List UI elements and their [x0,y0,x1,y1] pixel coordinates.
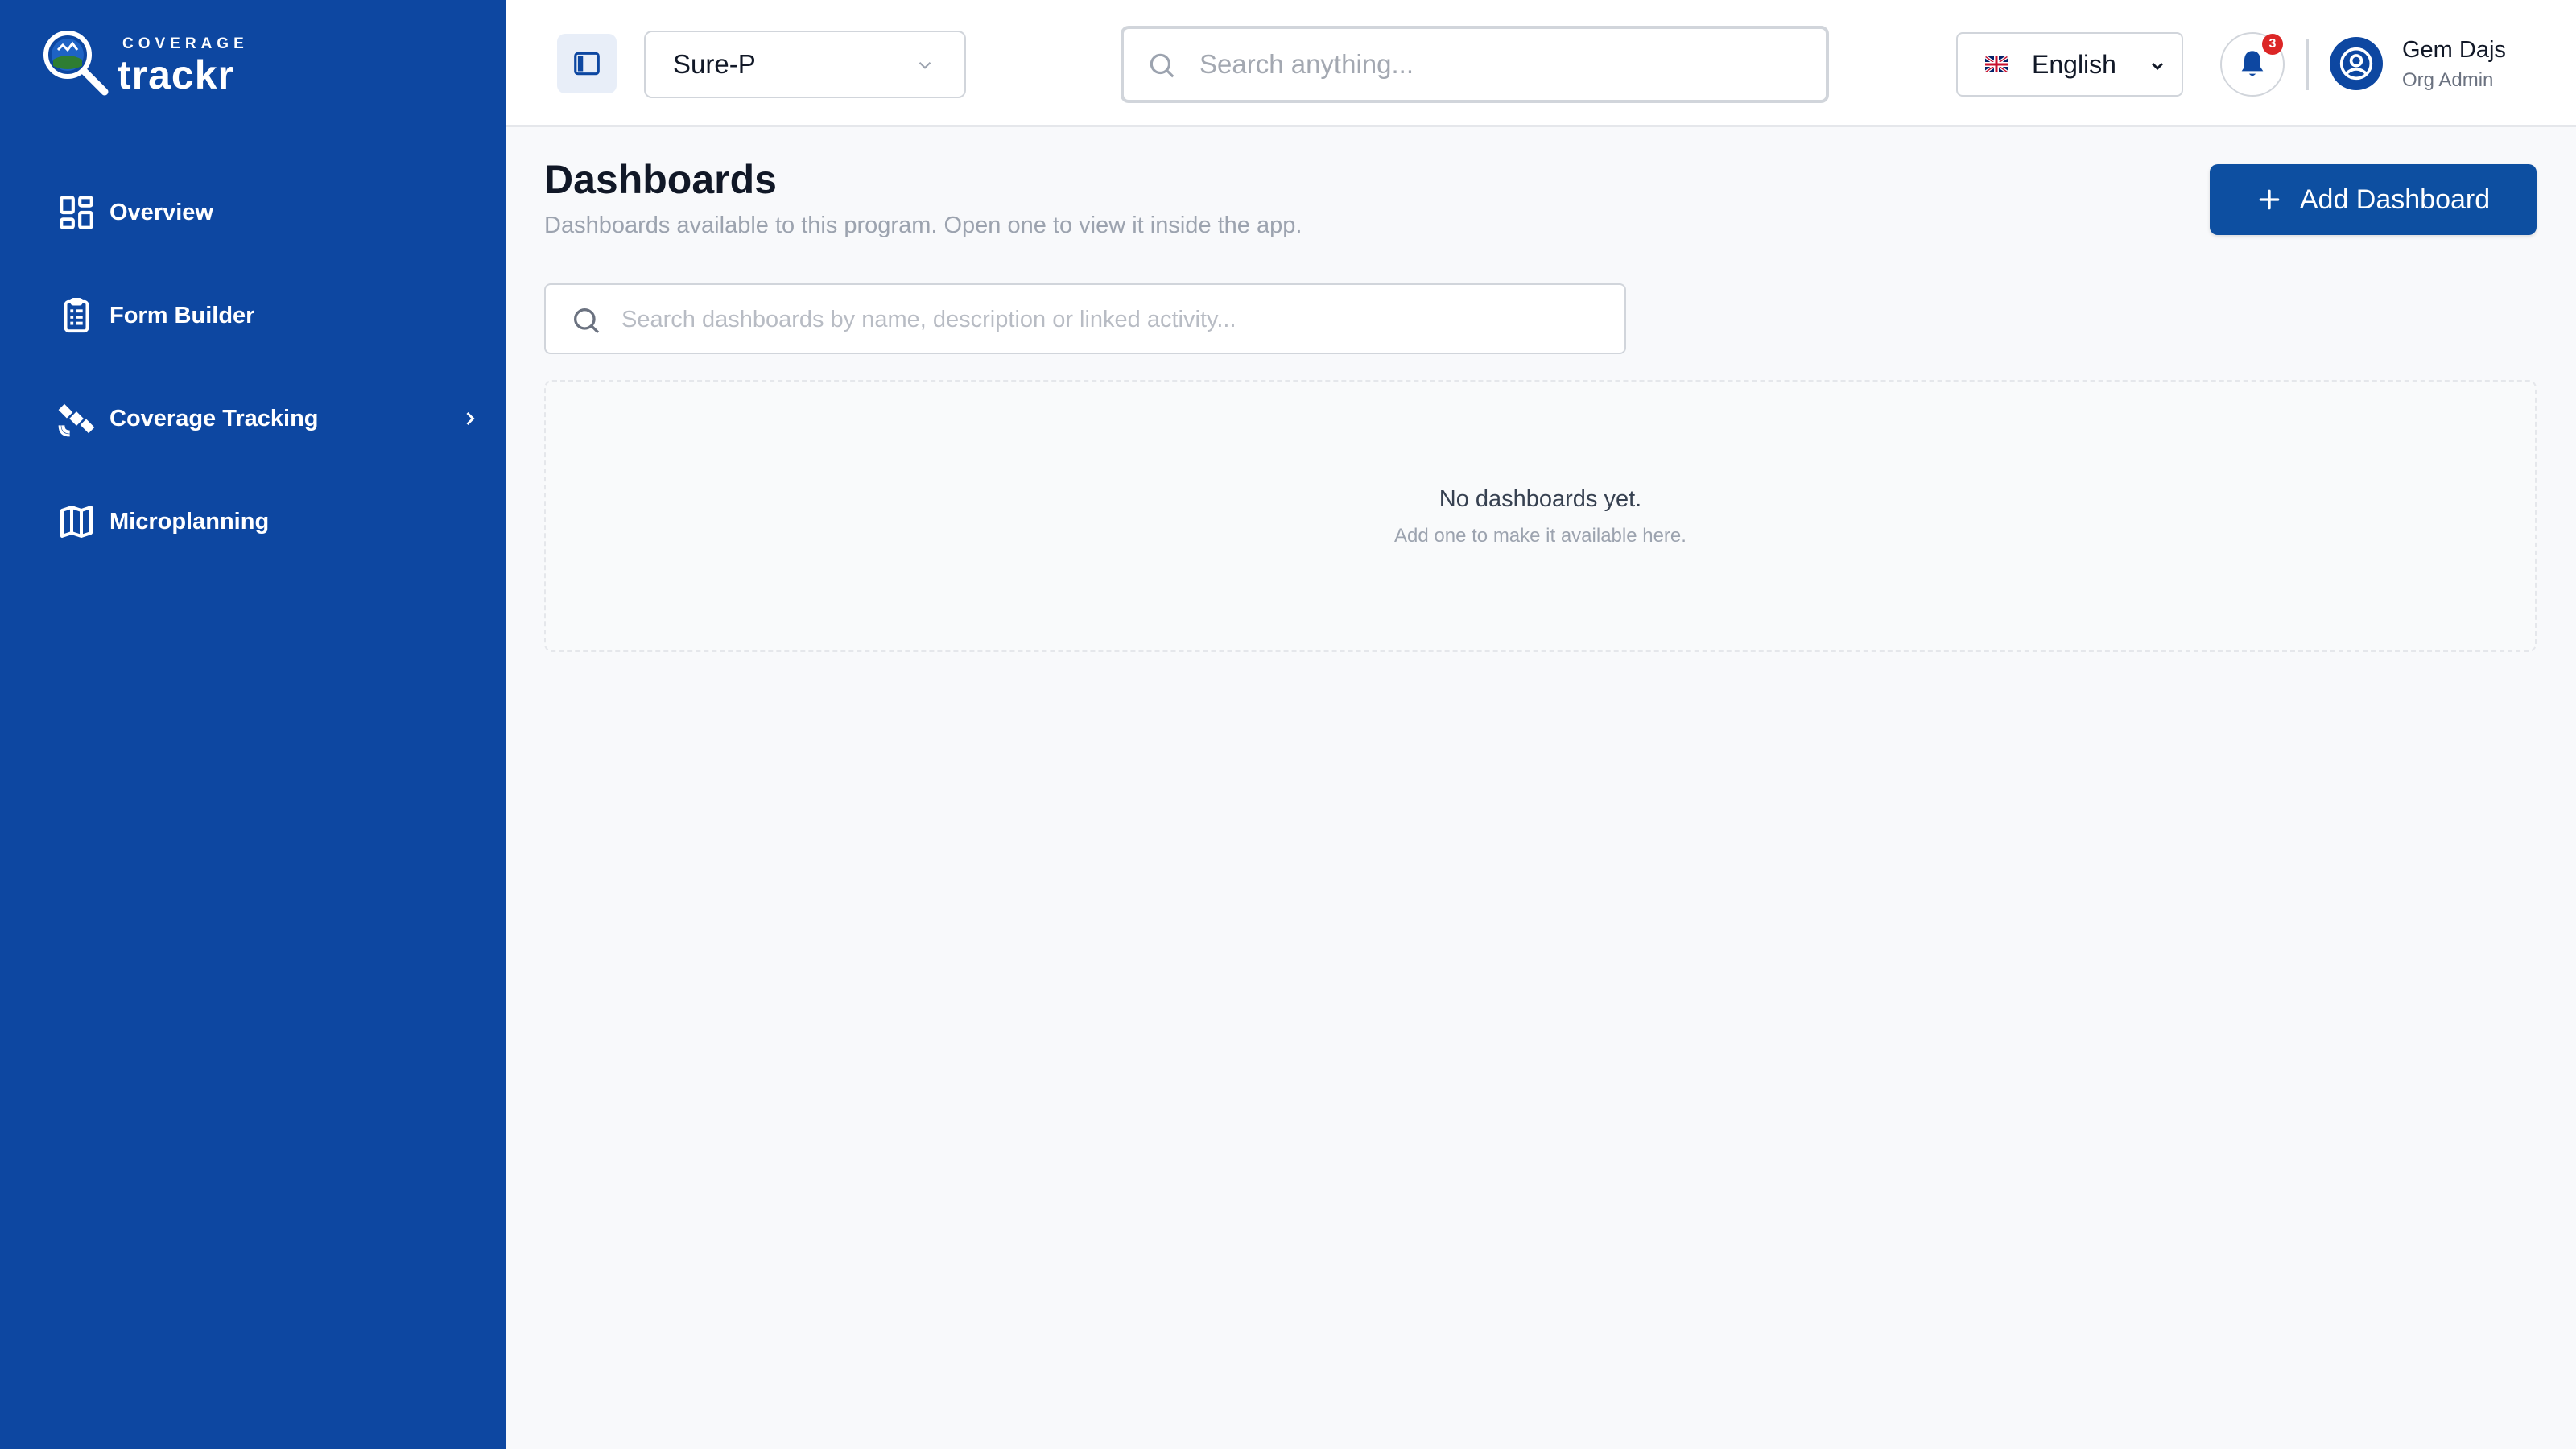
header-divider [2306,39,2309,90]
sidebar-toggle-button[interactable] [557,34,617,93]
global-search-input[interactable] [1199,40,1795,89]
app-root: COVERAGE trackr Overview Form Builder Co… [0,0,2576,1449]
dashboard-grid-icon [56,192,97,233]
page-title: Dashboards [544,157,777,202]
satellite-icon [56,398,97,439]
sidebar-item-form-builder[interactable]: Form Builder [0,264,506,367]
chevron-down-icon [2151,62,2164,71]
global-search [1121,26,1829,103]
map-icon [56,502,97,542]
dashboard-search [544,283,1626,354]
brand-main-text: trackr [118,52,234,97]
page-subtitle: Dashboards available to this program. Op… [544,213,1302,238]
chevron-down-icon [919,61,931,69]
program-select-value: Sure-P [673,49,756,79]
search-icon [1150,53,1174,78]
dashboard-search-input[interactable] [621,296,1604,343]
clipboard-list-icon [56,295,97,336]
chevron-right-icon [466,411,475,426]
brand-logo[interactable]: COVERAGE trackr [40,27,266,100]
top-header: Sure-P English [506,0,2576,127]
sidebar-item-label: Microplanning [109,508,270,535]
sidebar-item-overview[interactable]: Overview [0,161,506,264]
add-dashboard-label: Add Dashboard [2299,184,2491,215]
empty-state-subtitle: Add one to make it available here. [1394,525,1686,547]
user-name: Gem Dajs [2402,37,2506,63]
sidebar-item-microplanning[interactable]: Microplanning [0,470,506,573]
plus-icon [2259,189,2280,210]
brand-top-text: COVERAGE [122,35,249,52]
add-dashboard-button[interactable]: Add Dashboard [2210,164,2537,235]
empty-state: No dashboards yet. Add one to make it av… [544,380,2537,652]
avatar[interactable] [2330,37,2383,90]
sidebar: COVERAGE trackr Overview Form Builder Co… [0,0,506,1449]
uk-flag-icon [1985,56,2008,72]
notification-count-badge: 3 [2262,34,2283,55]
user-circle-icon [2339,47,2373,80]
empty-state-title: No dashboards yet. [1439,486,1642,512]
sidebar-nav: Overview Form Builder Coverage Tracking … [0,161,506,573]
language-select-value: English [2032,49,2116,79]
sidebar-panel-icon [574,52,600,76]
user-role: Org Admin [2402,69,2494,91]
sidebar-item-label: Overview [109,199,213,225]
search-icon [574,308,600,334]
program-select[interactable]: Sure-P [644,31,966,98]
sidebar-item-label: Coverage Tracking [109,405,319,431]
main-content: Dashboards Dashboards available to this … [506,127,2576,1449]
sidebar-item-coverage-tracking[interactable]: Coverage Tracking [0,367,506,470]
magnifier-globe-logo-icon [43,31,109,96]
sidebar-item-label: Form Builder [109,302,255,328]
bell-icon [2241,51,2264,76]
language-select[interactable]: English [1956,32,2183,97]
